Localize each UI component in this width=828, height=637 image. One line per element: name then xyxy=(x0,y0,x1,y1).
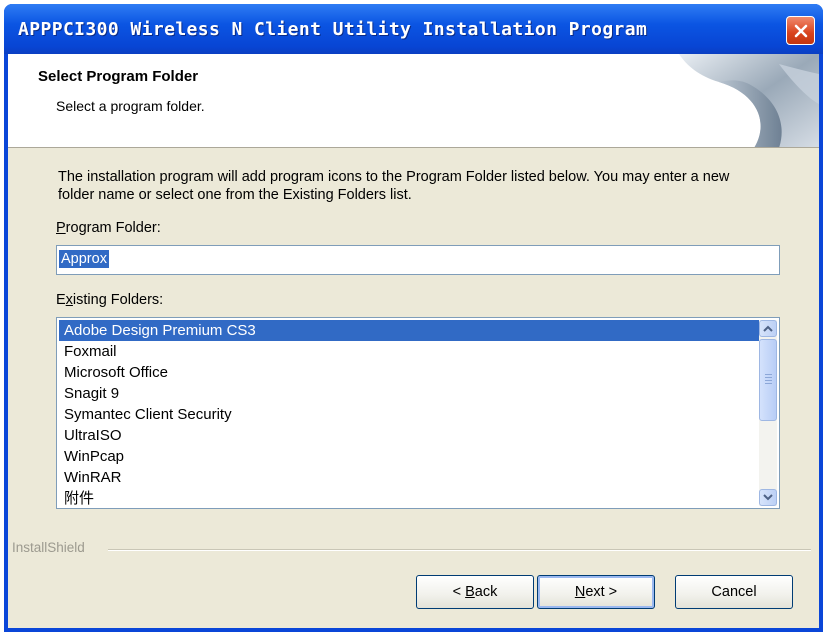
cancel-button[interactable]: Cancel xyxy=(675,575,793,609)
label-text-start: E xyxy=(56,292,66,308)
page-title: Select Program Folder xyxy=(38,68,199,85)
page-curl-graphic xyxy=(679,54,819,147)
list-item[interactable]: UltraISO xyxy=(59,425,759,446)
label-text: rogram Folder: xyxy=(65,220,161,236)
window-title: APPPCI300 Wireless N Client Utility Inst… xyxy=(18,19,648,40)
list-item[interactable]: Symantec Client Security xyxy=(59,404,759,425)
next-label: ext > xyxy=(585,584,618,600)
label-accelerator: P xyxy=(56,220,66,236)
page-subtitle: Select a program folder. xyxy=(56,98,205,114)
instructions-text: The installation program will add progra… xyxy=(58,169,730,203)
chevron-down-icon xyxy=(763,494,773,501)
installer-window: APPPCI300 Wireless N Client Utility Inst… xyxy=(4,4,823,632)
brand-divider: InstallShield xyxy=(8,540,819,558)
divider-line xyxy=(108,549,811,551)
list-item[interactable]: Adobe Design Premium CS3 xyxy=(59,320,759,341)
close-button[interactable] xyxy=(786,16,815,45)
program-folder-label: Program Folder: xyxy=(56,220,161,236)
list-items-container: Adobe Design Premium CS3 Foxmail Microso… xyxy=(59,320,759,508)
list-item[interactable]: WinRAR xyxy=(59,467,759,488)
back-prefix: < xyxy=(452,584,466,600)
label-text: isting Folders: xyxy=(72,292,164,308)
label-accelerator: x xyxy=(65,292,73,308)
chevron-up-icon xyxy=(763,325,773,332)
title-bar[interactable]: APPPCI300 Wireless N Client Utility Inst… xyxy=(4,4,823,54)
next-button[interactable]: Next > xyxy=(537,575,655,609)
grip-icon xyxy=(765,374,772,386)
next-accelerator: N xyxy=(574,584,586,600)
list-item[interactable]: Foxmail xyxy=(59,341,759,362)
program-folder-input[interactable]: Approx xyxy=(56,245,780,275)
back-button[interactable]: < Back xyxy=(416,575,534,609)
installshield-brand: InstallShield xyxy=(12,540,89,555)
list-item[interactable]: 附件 xyxy=(59,488,759,508)
scroll-up-button[interactable] xyxy=(759,320,777,337)
list-item[interactable]: Snagit 9 xyxy=(59,383,759,404)
existing-folders-label: Existing Folders: xyxy=(56,292,163,308)
back-accelerator: B xyxy=(465,584,475,600)
close-icon xyxy=(794,24,807,37)
existing-folders-list[interactable]: Adobe Design Premium CS3 Foxmail Microso… xyxy=(56,317,780,509)
list-item[interactable]: WinPcap xyxy=(59,446,759,467)
scroll-thumb[interactable] xyxy=(759,339,777,421)
wizard-header: Select Program Folder Select a program f… xyxy=(8,54,819,148)
program-folder-value: Approx xyxy=(59,250,109,268)
list-item[interactable]: Microsoft Office xyxy=(59,362,759,383)
back-label: ack xyxy=(474,584,498,600)
list-scrollbar[interactable] xyxy=(759,320,777,506)
scroll-down-button[interactable] xyxy=(759,489,777,506)
dialog-client-area: Select Program Folder Select a program f… xyxy=(8,54,819,628)
